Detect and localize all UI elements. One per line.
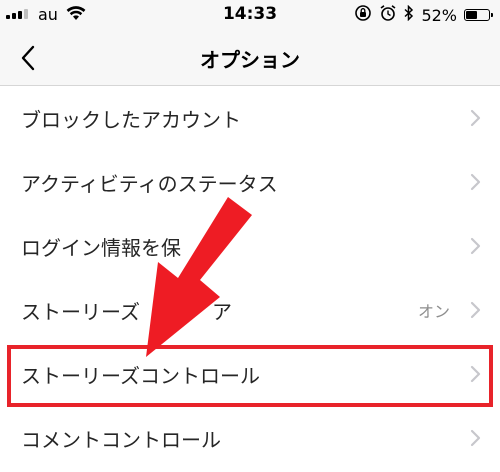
list-item-label: アクティビティのステータス [21, 171, 278, 196]
activity-status-item[interactable]: アクティビティのステータス [0, 150, 500, 214]
saved-login-info-item[interactable]: ログイン情報を保 [0, 214, 500, 278]
status-right-group: 52% [354, 4, 493, 26]
page-title: オプション [200, 48, 300, 72]
chevron-right-icon [470, 173, 481, 191]
chevron-right-icon [470, 109, 481, 127]
battery-icon [464, 9, 493, 21]
battery-percent: 52% [421, 5, 457, 25]
list-item-label: コメントコントロール [21, 427, 221, 452]
list-item-label: ログイン情報を保 [21, 235, 181, 260]
alarm-icon [379, 4, 397, 26]
screen: au 14:33 52% オプション ブロックしたアカウント アクティビティのス… [0, 0, 500, 472]
list-item-label: ストーリーズコントロール [21, 363, 260, 388]
list-item-value: オン [417, 302, 450, 321]
rotation-lock-icon [354, 4, 372, 26]
chevron-right-icon [470, 301, 481, 319]
story-controls-item[interactable]: ストーリーズコントロール [0, 342, 500, 406]
list-item-label-tail: ア [212, 299, 232, 324]
list-item-label: ブロックしたアカウント [21, 107, 241, 132]
comment-controls-item[interactable]: コメントコントロール [0, 406, 500, 470]
nav-header: オプション [0, 30, 500, 86]
battery-level [466, 11, 477, 19]
chevron-right-icon [470, 237, 481, 255]
chevron-right-icon [470, 429, 481, 447]
stories-share-item[interactable]: ストーリーズ ア オン [0, 278, 500, 342]
status-bar: au 14:33 52% [0, 0, 500, 30]
settings-list: ブロックしたアカウント アクティビティのステータス ログイン情報を保 ストーリー… [0, 86, 500, 470]
list-item-label: ストーリーズ [21, 299, 140, 324]
chevron-right-icon [470, 365, 481, 383]
blocked-accounts-item[interactable]: ブロックしたアカウント [0, 86, 500, 150]
bluetooth-icon [404, 4, 414, 25]
